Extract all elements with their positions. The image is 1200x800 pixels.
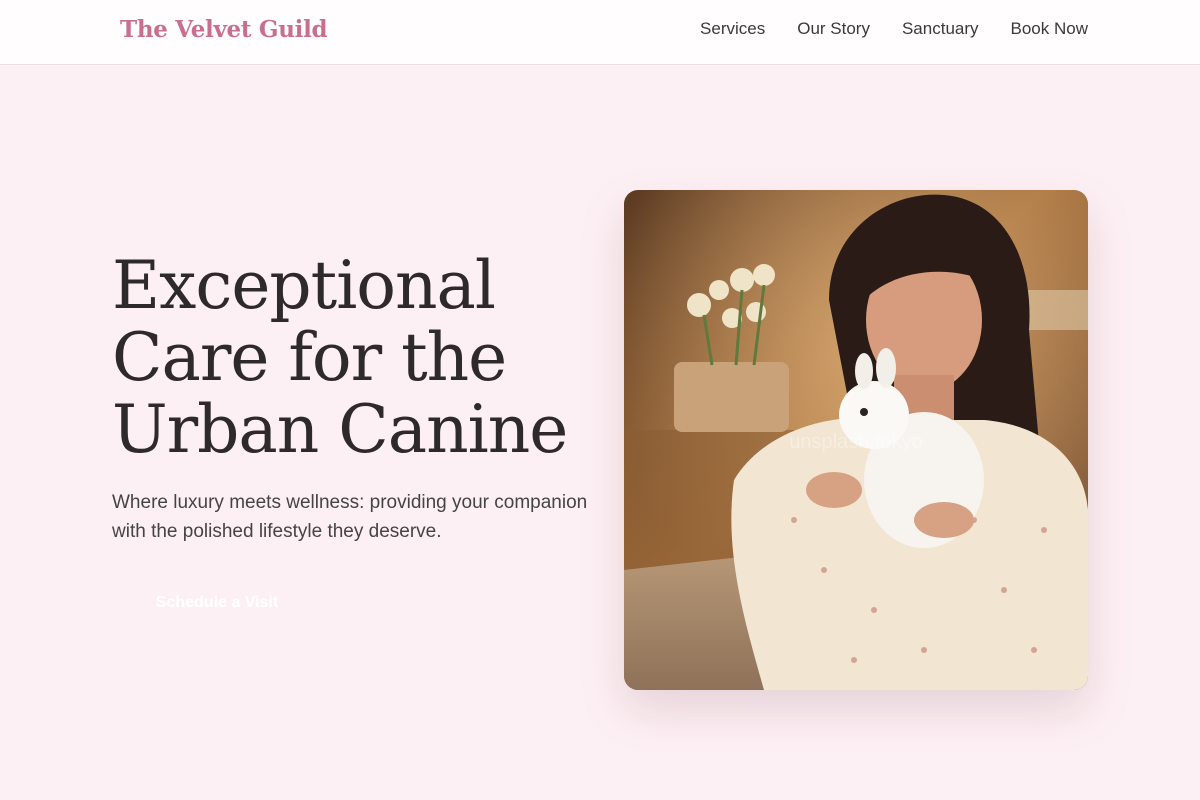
woman-with-rabbit-photo: unsplash.tokyo (624, 190, 1088, 690)
main-nav: Services Our Story Sanctuary Book Now (700, 19, 1088, 39)
hero-photo: unsplash.tokyo (624, 190, 1088, 690)
schedule-visit-button[interactable]: Schedule a Visit (112, 580, 322, 626)
hero-subtitle: Where luxury meets wellness: providing y… (112, 492, 588, 542)
nav-link-our-story[interactable]: Our Story (797, 19, 870, 39)
site-logo[interactable]: The Velvet Guild (120, 16, 328, 43)
nav-link-book-now[interactable]: Book Now (1011, 19, 1088, 39)
photo-watermark: unsplash.tokyo (789, 431, 922, 453)
nav-link-sanctuary[interactable]: Sanctuary (902, 19, 979, 39)
hero-title: Exceptional Care for the Urban Canine (112, 247, 568, 468)
nav-link-services[interactable]: Services (700, 19, 765, 39)
site-header: The Velvet Guild Services Our Story Sanc… (0, 0, 1200, 65)
